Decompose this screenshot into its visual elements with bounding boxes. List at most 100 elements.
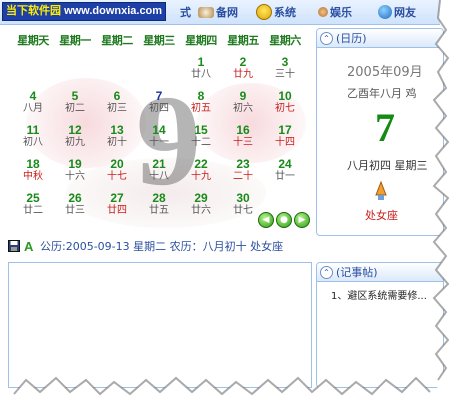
- year-month-label: 2005年09月: [347, 65, 423, 80]
- day-cell[interactable]: 22 十九: [180, 158, 222, 186]
- lunar-day: 初四: [149, 103, 169, 114]
- day-cell[interactable]: 1 廿八: [180, 56, 222, 84]
- day-cell[interactable]: 19 十六: [54, 158, 96, 186]
- weekday-fri: 星期五: [227, 34, 259, 47]
- brand-name: 当下软件园: [6, 5, 61, 17]
- zodiac-icon: [375, 181, 387, 200]
- weekday-sun: 星期天: [17, 34, 49, 47]
- day-cell[interactable]: 28 廿五: [138, 192, 180, 220]
- memo-text-area[interactable]: [8, 262, 312, 388]
- gregorian-day: 9: [239, 89, 247, 103]
- lunar-day: 十七: [107, 171, 127, 182]
- day-cell[interactable]: 3 三十: [264, 56, 306, 84]
- day-cell[interactable]: 17 十四: [264, 124, 306, 152]
- toolbar-item-net[interactable]: 备网: [198, 3, 238, 21]
- brand-watermark: 当下软件园 www.downxia.com: [2, 2, 167, 21]
- day-cell[interactable]: 7 初四: [138, 90, 180, 118]
- gregorian-day: 16: [236, 123, 250, 137]
- gregorian-day: 22: [194, 157, 208, 171]
- day-cell[interactable]: 14 十一: [138, 124, 180, 152]
- gregorian-day: 20: [110, 157, 124, 171]
- gregorian-day: 13: [110, 123, 124, 137]
- lunar-day: 廿六: [191, 205, 211, 216]
- notes-panel: ⌃ (记事帖) 1、避区系统需要修...: [316, 262, 444, 388]
- collapse-icon[interactable]: ⌃: [320, 265, 333, 279]
- day-cell[interactable]: 25 廿二: [12, 192, 54, 220]
- lunar-day: 中秋: [23, 171, 43, 182]
- lunar-day: 三十: [275, 69, 295, 80]
- toolbar-item-fun[interactable]: 娱乐: [318, 3, 352, 21]
- lunar-day: 初六: [233, 103, 253, 114]
- weekday-sat: 星期六: [269, 34, 301, 47]
- day-cell[interactable]: 23 二十: [222, 158, 264, 186]
- day-cell[interactable]: 4 八月: [12, 90, 54, 118]
- day-detail-panel: ⌃ (日历) 2005年09月 乙酉年八月 鸡 7 八月初四 星期三 处女座: [316, 28, 444, 236]
- toolbar-item-friends[interactable]: 网友: [378, 3, 416, 21]
- lunar-day: 初七: [275, 103, 295, 114]
- lunar-year-label: 乙酉年八月 鸡: [347, 87, 417, 100]
- lunar-day: 十九: [191, 171, 211, 182]
- day-cell[interactable]: 18 中秋: [12, 158, 54, 186]
- lunar-day: 十二: [191, 137, 211, 148]
- weekday-thu: 星期四: [185, 34, 217, 47]
- toolbar-item-system-label: 系统: [274, 6, 296, 19]
- toolbar-item-mode[interactable]: 式: [180, 3, 191, 21]
- notes-panel-title: (记事帖): [336, 266, 378, 279]
- gregorian-day: 8: [197, 89, 205, 103]
- month-calendar-panel: 9 星期天 星期一 星期二 星期三 星期四 星期五 星期六 1 廿八 2 廿九 3 三十 4…: [6, 28, 310, 234]
- gregorian-day: 26: [68, 191, 82, 205]
- weekday-header: 星期天 星期一 星期二 星期三 星期四 星期五 星期六: [12, 32, 310, 48]
- day-cell[interactable]: 9 初六: [222, 90, 264, 118]
- day-cell[interactable]: 12 初九: [54, 124, 96, 152]
- font-icon[interactable]: A: [24, 240, 36, 252]
- gregorian-day: 30: [236, 191, 250, 205]
- day-cell[interactable]: 6 初三: [96, 90, 138, 118]
- top-toolbar: 当下软件园 www.downxia.com 式 备网 系统 娱乐 网友: [0, 0, 440, 25]
- lunar-day: 十六: [65, 171, 85, 182]
- day-panel-title: (日历): [336, 32, 367, 45]
- day-cell[interactable]: 10 初七: [264, 90, 306, 118]
- day-cell[interactable]: 24 廿一: [264, 158, 306, 186]
- gregorian-day: 14: [152, 123, 166, 137]
- lunar-day: 十四: [275, 137, 295, 148]
- day-cell[interactable]: 21 十八: [138, 158, 180, 186]
- day-cell[interactable]: 27 廿四: [96, 192, 138, 220]
- smiley-icon: [256, 4, 272, 20]
- toolbar-item-net-label: 备网: [216, 6, 238, 19]
- today-button[interactable]: ●: [276, 212, 292, 228]
- gregorian-day: 17: [278, 123, 292, 137]
- lunar-day: 初十: [107, 137, 127, 148]
- lunar-day: 廿五: [149, 205, 169, 216]
- lunar-day: 初二: [65, 103, 85, 114]
- day-cell[interactable]: 11 初八: [12, 124, 54, 152]
- gregorian-day: 12: [68, 123, 82, 137]
- note-item[interactable]: 1、避区系统需要修...: [331, 287, 427, 302]
- next-month-button[interactable]: ▶: [294, 212, 310, 228]
- day-cell[interactable]: 8 初五: [180, 90, 222, 118]
- day-grid: 1 廿八 2 廿九 3 三十 4 八月 5 初二 6 初三 7 初四 8 初五 9 初六 10 初七 11 初八 12 初九 1…: [12, 56, 306, 226]
- calendar-app-window: 当下软件园 www.downxia.com 式 备网 系统 娱乐 网友 9 星期…: [0, 0, 458, 406]
- lunar-day: 廿九: [233, 69, 253, 80]
- day-cell[interactable]: 13 初十: [96, 124, 138, 152]
- toolbar-item-system[interactable]: 系统: [256, 3, 296, 21]
- collapse-icon[interactable]: ⌃: [320, 31, 333, 45]
- day-cell[interactable]: 16 十三: [222, 124, 264, 152]
- day-cell[interactable]: 15 十二: [180, 124, 222, 152]
- save-icon[interactable]: [8, 240, 20, 252]
- day-cell[interactable]: 5 初二: [54, 90, 96, 118]
- weekday-tue: 星期二: [101, 34, 133, 47]
- day-cell[interactable]: 26 廿三: [54, 192, 96, 220]
- gregorian-day: 4: [29, 89, 37, 103]
- day-cell[interactable]: 20 十七: [96, 158, 138, 186]
- gregorian-day: 19: [68, 157, 82, 171]
- day-cell[interactable]: 29 廿六: [180, 192, 222, 220]
- gregorian-day: 7: [155, 89, 163, 103]
- lunar-day-label: 八月初四 星期三: [347, 159, 428, 172]
- lunar-day: 廿三: [65, 205, 85, 216]
- gregorian-day: 24: [278, 157, 292, 171]
- gregorian-day: 3: [281, 55, 289, 69]
- prev-month-button[interactable]: ◀: [258, 212, 274, 228]
- selected-day-number: 7: [375, 105, 395, 150]
- day-cell[interactable]: 2 廿九: [222, 56, 264, 84]
- day-panel-header: ⌃ (日历): [317, 29, 443, 48]
